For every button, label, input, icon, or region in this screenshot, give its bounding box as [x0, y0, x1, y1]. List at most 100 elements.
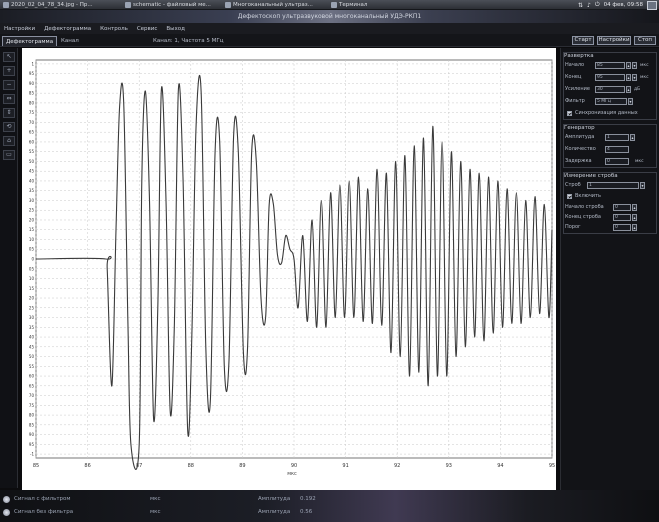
y-tick-label: 30 — [29, 315, 35, 320]
amplitude-label: Амплитуда — [565, 134, 595, 140]
spin-up-icon[interactable]: ▴ — [626, 74, 631, 81]
taskbar-item-image-viewer[interactable]: 2020_02_04_78_34.jpg - Пр... — [0, 0, 118, 10]
sweep-start-label: Начало — [565, 62, 585, 68]
network-icon[interactable]: ⇅ — [578, 2, 583, 9]
y-tick-label: 15 — [29, 286, 35, 291]
y-tick-label: 40 — [29, 335, 35, 340]
gate-end-field[interactable]: 0 — [613, 214, 631, 221]
status-value: мкс — [150, 509, 161, 515]
pointer-tool-icon[interactable]: ↖ — [3, 52, 15, 62]
spin-up-icon[interactable]: ▴ — [632, 214, 637, 221]
y-tick-label: 90 — [29, 432, 35, 437]
tab-channel[interactable]: Канал — [58, 36, 82, 46]
y-tick-label: 85 — [29, 422, 35, 427]
gate-select-label: Строб — [565, 182, 581, 188]
horizontal-zoom-icon[interactable]: ⇔ — [3, 94, 15, 104]
start-button[interactable]: Старт — [572, 36, 594, 45]
filter-row: Фильтр 5 МГц ▾ — [565, 97, 657, 106]
status-row-raw: Сигнал без фильтра мкс Амплитуда 0.56 — [0, 506, 659, 518]
gate-threshold-label: Порог — [565, 224, 581, 230]
sweep-end-label: Конец — [565, 74, 582, 80]
stop-button[interactable]: Стоп — [634, 36, 656, 45]
gate-enable-row: Включить — [565, 192, 657, 201]
settings-button[interactable]: Настройки — [597, 36, 631, 45]
tabs-row: Дефектограмма Канал Канал: 1, Частота 5 … — [0, 34, 659, 47]
chevron-down-icon[interactable]: ▾ — [628, 98, 633, 105]
sweep-end-row: Конец 95 ▴ ▾ мкс — [565, 73, 657, 82]
x-tick-label: 94 — [497, 463, 503, 469]
menu-item-settings[interactable]: Настройки — [4, 26, 35, 32]
gain-label: Усиление — [565, 86, 590, 92]
menu-item-control[interactable]: Контроль — [100, 26, 128, 32]
amplitude-field[interactable]: 1 — [605, 134, 629, 141]
amplitude-row: Амплитуда 1 ▴ — [565, 133, 657, 142]
image-icon — [3, 1, 9, 8]
gate-select-row: Строб 1 ▾ — [565, 181, 657, 190]
reset-icon[interactable]: ⟲ — [3, 122, 15, 132]
gate-select[interactable]: 1 — [587, 182, 639, 189]
y-tick-label: 45 — [29, 169, 35, 174]
y-tick-label: 25 — [29, 305, 35, 310]
gate-start-label: Начало строба — [565, 204, 604, 210]
spin-up-icon[interactable]: ▴ — [632, 224, 637, 231]
radio-icon[interactable] — [3, 496, 10, 503]
spin-up-icon[interactable]: ▴ — [626, 62, 631, 69]
spin-up-icon[interactable]: ▴ — [630, 134, 635, 141]
sweep-start-field[interactable]: 85 — [595, 62, 625, 69]
spin-down-icon[interactable]: ▾ — [632, 74, 637, 81]
frame-icon[interactable]: ▭ — [3, 150, 15, 160]
delay-label: Задержка — [565, 158, 592, 164]
show-desktop-icon[interactable] — [647, 0, 657, 10]
home-icon[interactable]: ⌂ — [3, 136, 15, 146]
spin-up-icon[interactable]: ▴ — [632, 204, 637, 211]
taskbar-item-app[interactable]: Многоканальный ультраз... — [222, 0, 324, 10]
filter-select[interactable]: 5 МГц — [595, 98, 627, 105]
y-tick-label: 25 — [29, 208, 35, 213]
status-amplitude-label: Амплитуда — [258, 496, 291, 502]
sound-icon[interactable]: ♪ — [587, 2, 591, 9]
status-bar: Сигнал с фильтром мкс Амплитуда 0.192 Си… — [0, 490, 659, 522]
y-tick-label: 20 — [29, 217, 35, 222]
zoom-out-icon[interactable]: − — [3, 80, 15, 90]
taskbar-item-file-manager[interactable]: schematic - файловый ме... — [122, 0, 218, 10]
sweep-end-field[interactable]: 95 — [595, 74, 625, 81]
gate-threshold-field[interactable]: 0 — [613, 224, 631, 231]
menu-item-exit[interactable]: Выход — [166, 26, 185, 32]
count-field[interactable]: 4 — [605, 146, 629, 153]
power-icon[interactable]: ⏻ — [595, 1, 600, 9]
y-tick-label: 95 — [29, 71, 35, 76]
y-tick-label: 10 — [29, 276, 35, 281]
radio-icon[interactable] — [3, 509, 10, 516]
menu-item-defectogram[interactable]: Дефектограмма — [44, 26, 91, 32]
left-toolbar: ↖ + − ⇔ ⇕ ⟲ ⌂ ▭ — [0, 48, 18, 488]
y-tick-label: 35 — [29, 188, 35, 193]
signal-plot[interactable]: 1 95 90 85 80 75 70 65 60 55 50 45 40 35 30 25 20 15 10 05 0… — [22, 48, 556, 490]
tab-defectogram[interactable]: Дефектограмма — [2, 36, 58, 46]
chevron-down-icon[interactable]: ▾ — [640, 182, 645, 189]
delay-row: Задержка 0 мкс — [565, 157, 657, 166]
status-amplitude-value: 0.192 — [300, 496, 316, 502]
y-tick-label: 65 — [29, 383, 35, 388]
y-tick-label: 0 — [31, 257, 34, 262]
gate-enable-checkbox[interactable] — [567, 194, 572, 199]
x-tick-label: 88 — [188, 463, 194, 469]
folder-icon — [125, 1, 131, 8]
delay-field[interactable]: 0 — [605, 158, 629, 165]
y-tick-label: 40 — [29, 178, 35, 183]
gain-field[interactable]: 30 — [595, 86, 625, 93]
gate-start-field[interactable]: 0 — [613, 204, 631, 211]
clock[interactable]: 04 фев, 09:58 — [604, 2, 643, 8]
spin-down-icon[interactable]: ▾ — [632, 62, 637, 69]
y-tick-label: 65 — [29, 130, 35, 135]
vertical-zoom-icon[interactable]: ⇕ — [3, 108, 15, 118]
spin-up-icon[interactable]: ▴ — [626, 86, 631, 93]
status-row-filtered: Сигнал с фильтром мкс Амплитуда 0.192 — [0, 493, 659, 505]
filter-label: Фильтр — [565, 98, 585, 104]
taskbar-item-terminal[interactable]: Терминал — [328, 0, 388, 10]
sweep-start-row: Начало 85 ▴ ▾ мкс — [565, 61, 657, 70]
zoom-in-icon[interactable]: + — [3, 66, 15, 76]
gate-threshold-row: Порог 0 ▴ — [565, 223, 657, 232]
sync-checkbox[interactable] — [567, 111, 572, 116]
y-tick-label: 90 — [29, 81, 35, 86]
menu-item-service[interactable]: Сервис — [137, 26, 158, 32]
